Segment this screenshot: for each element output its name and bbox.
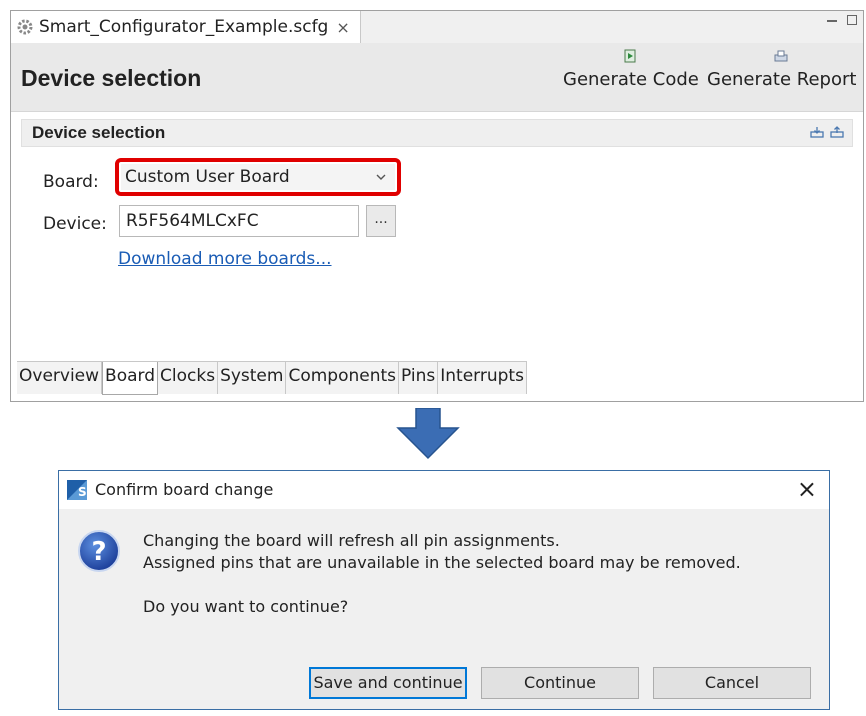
save-and-continue-button[interactable]: Save and continue <box>309 667 467 699</box>
tab-interrupts[interactable]: Interrupts <box>438 362 527 394</box>
tab-board[interactable]: Board <box>102 362 159 395</box>
down-arrow-icon <box>396 408 460 460</box>
gear-icon <box>17 19 33 35</box>
tab-system[interactable]: System <box>218 362 287 394</box>
generate-code-label: Generate Code <box>563 69 699 90</box>
dialog-title: Confirm board change <box>95 480 274 499</box>
cancel-button[interactable]: Cancel <box>653 667 811 699</box>
board-label: Board: <box>43 172 99 192</box>
smart-configurator-editor: Smart_Configurator_Example.scfg × Device… <box>10 10 864 402</box>
generate-code-icon <box>624 49 636 63</box>
dialog-message-line-1: Changing the board will refresh all pin … <box>143 531 560 550</box>
device-label: Device: <box>43 214 107 234</box>
continue-button[interactable]: Continue <box>481 667 639 699</box>
board-select-value: Custom User Board <box>125 167 290 187</box>
export-icon[interactable] <box>830 126 844 138</box>
question-icon: ? <box>78 530 120 572</box>
dialog-title-bar: S Confirm board change × <box>59 471 829 509</box>
download-more-boards-link[interactable]: Download more boards... <box>118 249 332 269</box>
device-selection-section-header: Device selection <box>21 119 853 147</box>
maximize-icon[interactable] <box>847 15 857 25</box>
confirm-board-change-dialog: S Confirm board change × ? Changing the … <box>58 470 830 710</box>
section-title: Device selection <box>32 123 166 142</box>
editor-header: Device selection Generate Code Generate … <box>11 43 863 112</box>
tab-overview[interactable]: Overview <box>17 362 103 394</box>
generate-report-icon <box>774 50 788 62</box>
dialog-question: Do you want to continue? <box>143 597 349 616</box>
device-field[interactable]: R5F564MLCxFC <box>119 205 359 237</box>
bottom-tab-bar: Overview Board Clocks System Components … <box>17 361 527 395</box>
editor-tab-bar: Smart_Configurator_Example.scfg × <box>11 11 863 44</box>
svg-text:?: ? <box>91 537 106 567</box>
window-controls <box>827 15 857 25</box>
tab-pins[interactable]: Pins <box>399 362 439 394</box>
tab-components[interactable]: Components <box>286 362 400 394</box>
generate-report-button[interactable]: Generate Report <box>707 49 857 90</box>
section-toolbar <box>810 126 844 138</box>
file-tab-name: Smart_Configurator_Example.scfg <box>39 17 329 37</box>
generate-code-button[interactable]: Generate Code <box>563 49 699 90</box>
minimize-icon[interactable] <box>827 15 837 22</box>
device-field-value: R5F564MLCxFC <box>126 211 259 231</box>
chevron-down-icon <box>376 174 386 180</box>
svg-text:S: S <box>78 485 87 499</box>
app-icon: S <box>67 480 87 500</box>
tab-clocks[interactable]: Clocks <box>158 362 219 394</box>
import-icon[interactable] <box>810 126 824 138</box>
page-title: Device selection <box>21 65 202 91</box>
close-icon[interactable]: × <box>336 18 349 37</box>
generate-report-label: Generate Report <box>707 69 857 90</box>
close-icon[interactable]: × <box>797 475 817 503</box>
board-select[interactable]: Custom User Board <box>121 164 395 190</box>
dialog-message-line-2: Assigned pins that are unavailable in th… <box>143 553 741 572</box>
device-browse-button[interactable]: ... <box>366 205 396 237</box>
file-tab[interactable]: Smart_Configurator_Example.scfg × <box>11 11 361 43</box>
